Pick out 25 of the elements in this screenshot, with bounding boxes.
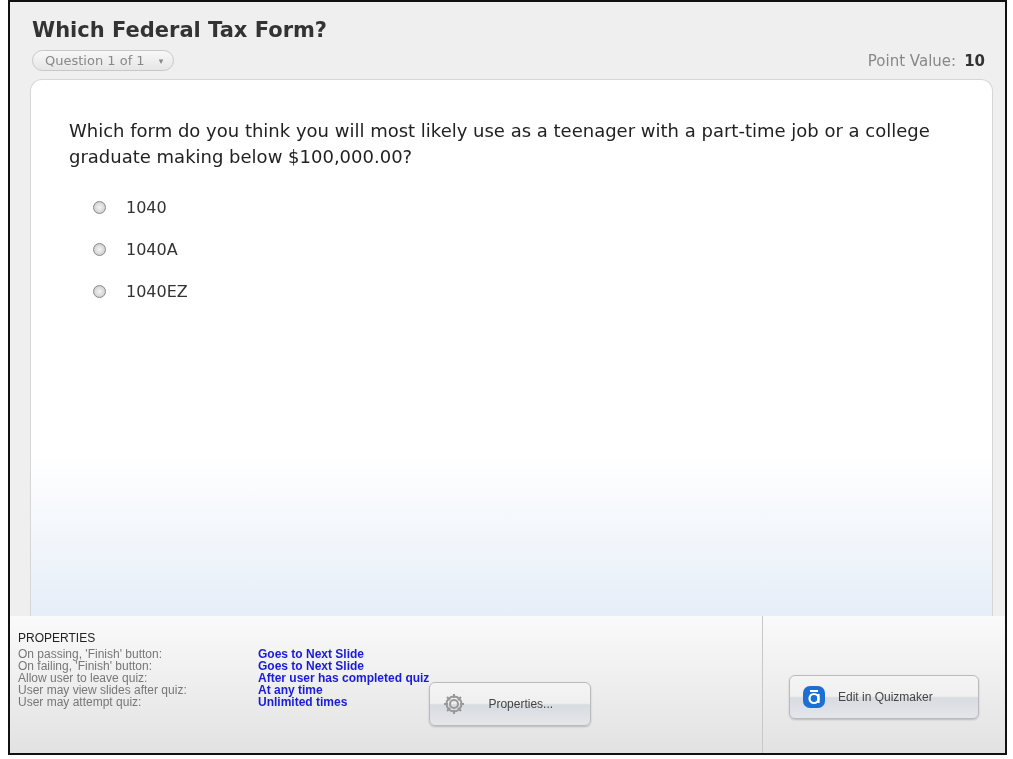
radio-button[interactable] (93, 243, 106, 256)
radio-button[interactable] (93, 285, 106, 298)
point-value: 10 (964, 51, 985, 70)
property-value: Unlimited times (258, 696, 349, 708)
point-value-label: Point Value: (867, 51, 957, 70)
property-label: Allow user to leave quiz: (18, 672, 148, 684)
section-heading: PROPERTIES (18, 631, 97, 645)
property-label: User may attempt quiz: (18, 696, 143, 708)
choice-label[interactable]: 1040EZ (126, 282, 188, 301)
property-label: User may view slides after quiz: (18, 684, 188, 696)
radio-button[interactable] (93, 201, 106, 214)
choice-label[interactable]: 1040 (126, 198, 167, 217)
property-label: On passing, 'Finish' button: (18, 648, 163, 660)
property-value: Goes to Next Slide (258, 648, 366, 660)
properties-button[interactable]: Properties... (429, 682, 592, 726)
edit-in-quizmaker-button[interactable]: Edit in Quizmaker (789, 674, 979, 719)
property-value: Goes to Next Slide (258, 660, 366, 672)
gear-icon (442, 692, 467, 716)
choice-label[interactable]: 1040A (126, 240, 178, 259)
question-text: Which form do you think you will most likely use as a teenager with a part-time job or a college graduate making below $100,000.00? (69, 119, 931, 169)
property-value: At any time (258, 684, 323, 696)
property-label: On failing, 'Finish' button: (18, 660, 153, 672)
property-value: After user has completed quiz (258, 672, 430, 684)
quiz-title: Which Federal Tax Form? (32, 18, 328, 42)
app-logo-icon (802, 684, 826, 709)
